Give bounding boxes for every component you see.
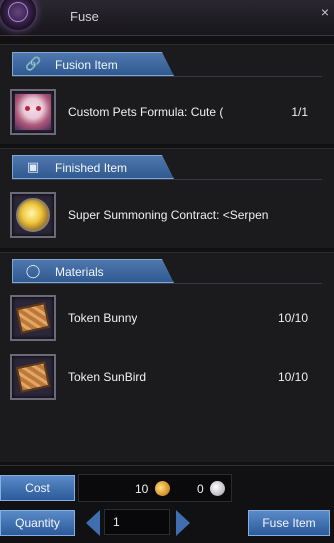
material-count: 10/10 (277, 311, 308, 325)
finished-item-section: ▣ Finished Item Super Summoning Contract… (0, 148, 334, 248)
silver-coin-icon (210, 481, 225, 496)
materials-label: Materials (55, 265, 104, 279)
token-icon (15, 302, 51, 334)
section-divider (12, 76, 322, 77)
pet-portrait-icon (15, 94, 51, 130)
cost-label: Cost (0, 475, 75, 501)
finished-item-label: Finished Item (55, 161, 128, 175)
quantity-input[interactable]: 1 (104, 509, 170, 535)
cost-gold-value: 10 (135, 482, 149, 496)
material-count: 10/10 (277, 370, 308, 384)
materials-section: ◯ Materials Token Bunny 10/10 Token SunB… (0, 252, 334, 462)
bag-icon: ◯ (25, 263, 41, 278)
token-icon (15, 361, 51, 393)
fusion-item-slot[interactable] (10, 89, 56, 135)
cost-silver-value: 0 (197, 482, 204, 496)
fusion-item-label: Fusion Item (55, 58, 118, 72)
footer-divider (0, 465, 334, 466)
finished-item-header: ▣ Finished Item (12, 155, 174, 179)
finished-item-name: Super Summoning Contract: <Serpent (68, 208, 268, 222)
fuse-window: Fuse × 🔗 Fusion Item Custom Pets Formula… (0, 0, 334, 543)
window-title: Fuse (70, 9, 99, 24)
material-row[interactable]: Token Bunny 10/10 (0, 295, 334, 343)
box-icon: ▣ (26, 159, 40, 174)
finished-item-slot[interactable] (10, 192, 56, 238)
material-slot[interactable] (10, 295, 56, 341)
emblem-icon (0, 0, 36, 30)
fusion-item-count: 1/1 (291, 105, 308, 119)
quantity-label: Quantity (0, 510, 75, 536)
materials-header: ◯ Materials (12, 259, 174, 283)
contract-coin-icon (16, 198, 50, 232)
decrease-quantity-button[interactable] (86, 510, 100, 536)
fusion-item-name: Custom Pets Formula: Cute ( (68, 105, 224, 119)
section-divider (12, 179, 322, 180)
material-name: Token Bunny (68, 311, 138, 325)
fuse-item-button[interactable]: Fuse Item (248, 510, 330, 536)
fusion-item-row[interactable]: Custom Pets Formula: Cute ( 1/1 (0, 89, 334, 137)
material-name: Token SunBird (68, 370, 147, 384)
link-icon: 🔗 (25, 56, 42, 71)
material-row[interactable]: Token SunBird 10/10 (0, 354, 334, 402)
title-bar[interactable]: Fuse × (0, 0, 334, 36)
material-slot[interactable] (10, 354, 56, 400)
fusion-item-header: 🔗 Fusion Item (12, 52, 174, 76)
finished-item-row[interactable]: Super Summoning Contract: <Serpent (0, 192, 334, 240)
section-divider (12, 283, 322, 284)
fusion-item-section: 🔗 Fusion Item Custom Pets Formula: Cute … (0, 44, 334, 144)
close-icon[interactable]: × (318, 4, 332, 20)
increase-quantity-button[interactable] (176, 510, 190, 536)
